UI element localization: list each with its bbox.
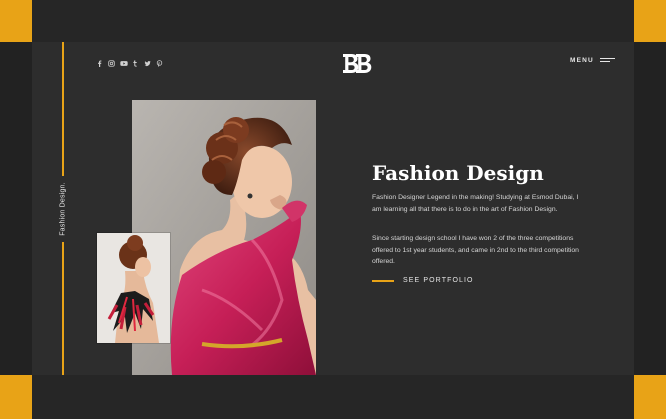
secondary-photo (97, 233, 170, 343)
achievements-paragraph: Since starting design school I have won … (372, 235, 579, 266)
twitter-icon[interactable] (144, 60, 151, 67)
youtube-icon[interactable] (120, 60, 128, 67)
brand-logo[interactable] (340, 52, 374, 76)
corner-accent (0, 0, 32, 42)
tumblr-icon[interactable] (132, 60, 139, 67)
right-edge (634, 42, 666, 375)
see-portfolio-link[interactable]: SEE PORTFOLIO (372, 277, 474, 284)
corner-accent (0, 375, 32, 419)
instagram-icon[interactable] (108, 60, 115, 67)
corner-accent (634, 0, 666, 42)
menu-label: MENU (570, 57, 594, 64)
menu-button[interactable]: MENU (570, 57, 615, 64)
corner-accent (634, 375, 666, 419)
page-container: Fashion Design. MENU Fashion Design Fash… (32, 42, 634, 375)
facebook-icon[interactable] (96, 60, 103, 67)
left-edge (0, 42, 32, 375)
cta-label: SEE PORTFOLIO (403, 277, 474, 284)
hamburger-icon (599, 57, 615, 64)
social-links (96, 60, 163, 67)
page-title: Fashion Design (372, 161, 544, 185)
top-band (32, 0, 634, 42)
intro-paragraph: Fashion Designer Legend in the making! S… (372, 194, 579, 213)
vertical-section-label: Fashion Design. (59, 182, 67, 236)
pinterest-icon[interactable] (156, 60, 163, 67)
bottom-band (32, 375, 634, 419)
cta-accent-line (372, 279, 394, 282)
